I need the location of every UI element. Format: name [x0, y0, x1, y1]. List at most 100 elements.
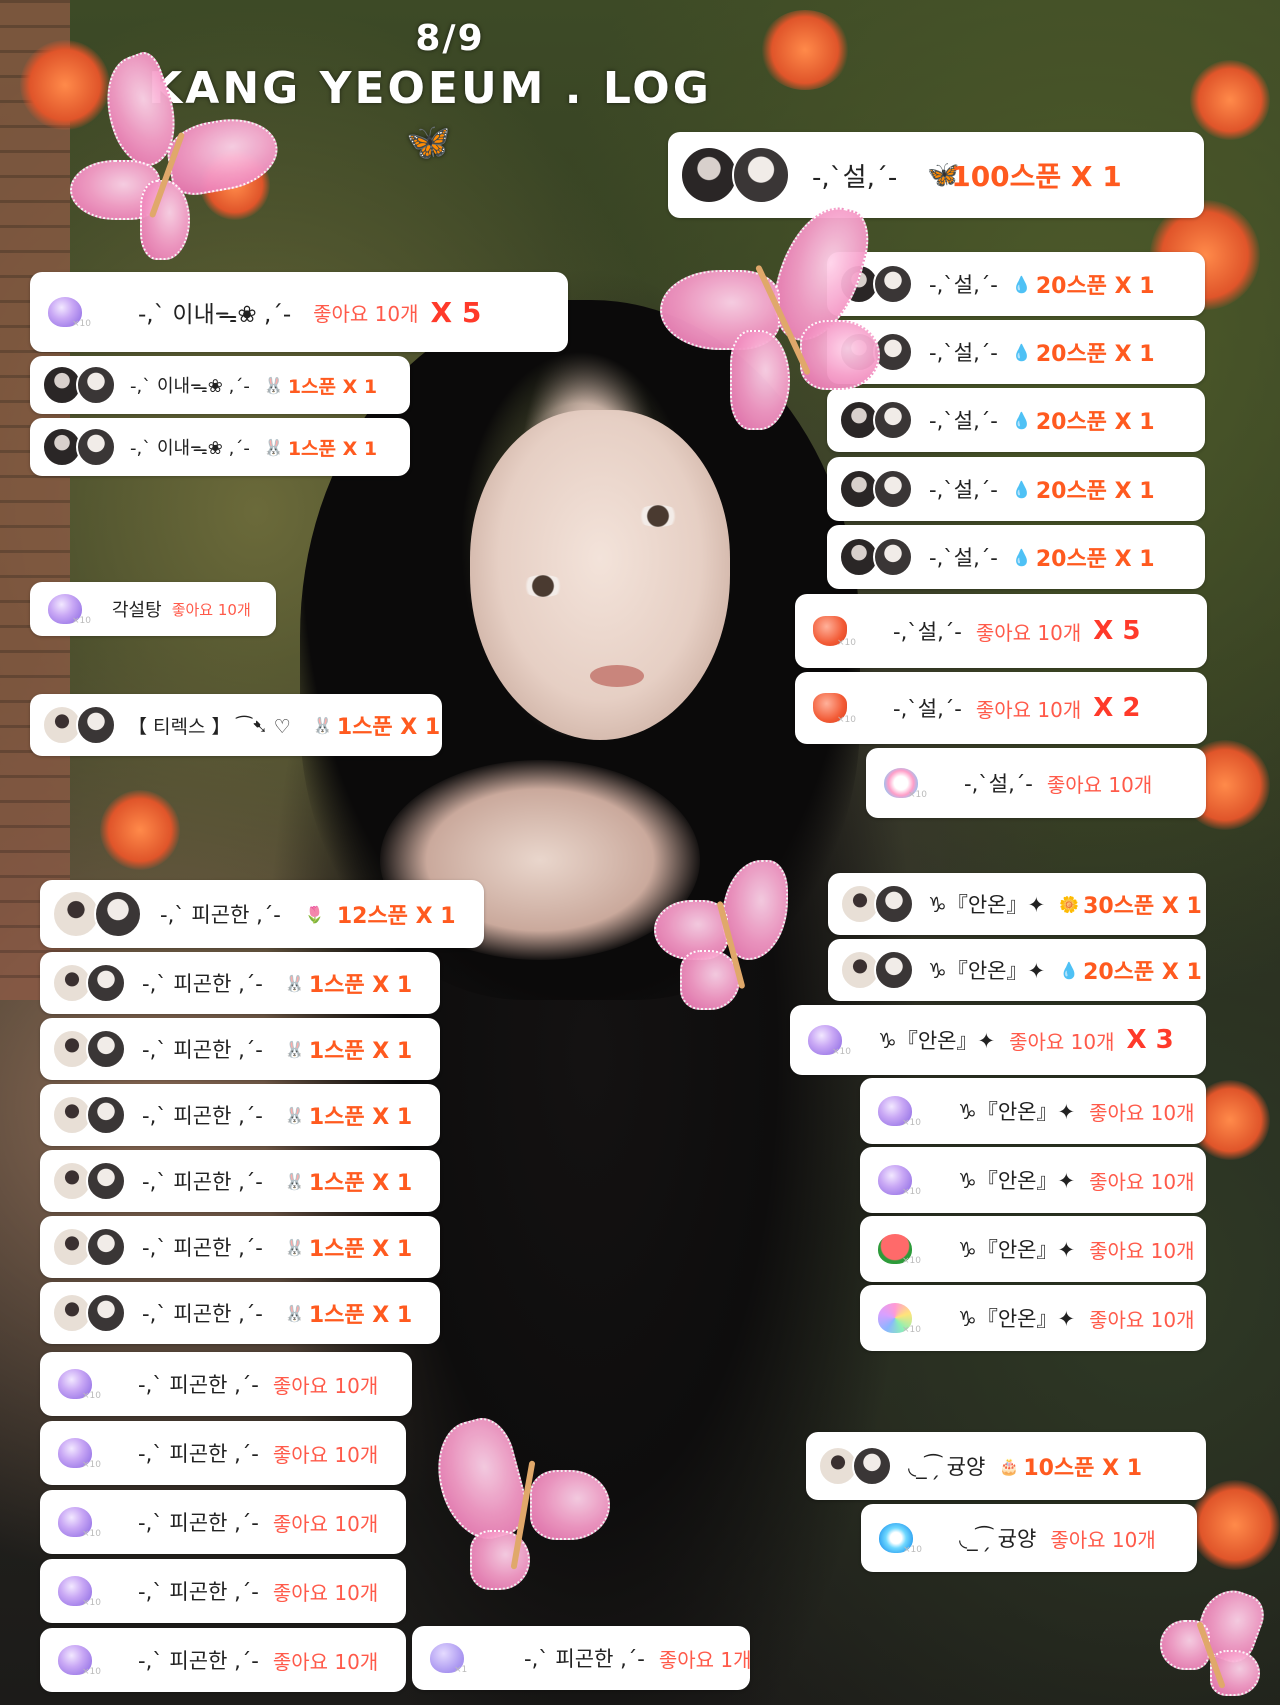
avatar-pair: [839, 469, 913, 509]
butterfly-sticker-icon: [40, 48, 284, 260]
like-row: ×10 -,`설,´- 좋아요 10개: [866, 748, 1206, 818]
donor-name: -,`설,´-: [929, 478, 998, 502]
avatar-pair: [52, 1161, 126, 1201]
donor-name: -,`설,´-: [929, 546, 998, 570]
like-row: ×10 ◟_ ͡ ̗ 귱양 좋아요 10개: [861, 1504, 1197, 1572]
avatar: [680, 146, 738, 204]
portrait-eye: [635, 505, 681, 527]
avatar: [86, 1029, 126, 1069]
avatar: [86, 1095, 126, 1135]
heart-sticker-icon: ×10: [52, 1570, 101, 1612]
like-count: 좋아요 10개: [171, 600, 251, 619]
donor-name: ♑『안온』✦: [928, 893, 1046, 917]
donor-name: -,`설,´-: [812, 162, 898, 193]
gift-row: -,` 피곤한 ,´- 🌷 12스푼 X 1: [40, 880, 484, 948]
gift-amount: 1스푼 X 1: [308, 1171, 413, 1196]
donor-name: ◟_ ͡ ̗ 귱양: [959, 1527, 1037, 1551]
like-count: 좋아요 10개: [1089, 1238, 1195, 1263]
gift-amount: 1스푼 X 1: [308, 1303, 413, 1328]
like-count: 좋아요 10개: [1089, 1100, 1195, 1125]
donor-name: -,` 피곤한 ,´-: [138, 1442, 259, 1466]
like-row: ×10 -,` 피곤한 ,´- 좋아요 10개: [40, 1490, 406, 1554]
like-multiplier: X 5: [430, 295, 482, 329]
like-row: ×10 -,`설,´- 좋아요 10개 X 5: [795, 594, 1207, 668]
bunny-icon: 🐰: [284, 1171, 305, 1191]
gift-amount: 1스푼 X 1: [308, 973, 413, 998]
avatar: [76, 705, 116, 745]
gift-row: -,` 피곤한 ,´- 🐰 1스푼 X 1: [40, 1216, 440, 1278]
gift-row: -,` 피곤한 ,´- 🐰 1스푼 X 1: [40, 1018, 440, 1080]
gift-row: 【 티렉스 】 ⁀➷ ♡ 🐰 1스푼 X 1: [30, 694, 442, 756]
butterfly-sticker-icon: [650, 196, 890, 430]
donor-name: -,` 이내ᯓ❀ ,´-: [130, 438, 250, 459]
log-date: 8/9: [415, 18, 485, 59]
heart-sticker-icon: ×10: [52, 1432, 101, 1474]
like-multiplier: X 3: [1126, 1025, 1174, 1055]
watermelon-heart-sticker-icon: ×10: [872, 1228, 921, 1270]
like-multiplier: X 2: [1093, 693, 1141, 723]
donor-name: -,` 피곤한 ,´-: [142, 1302, 263, 1326]
gift-amount: 100스푼 X 1: [951, 160, 1122, 193]
flower: [100, 790, 180, 870]
gift-amount: 10스푼 X 1: [1023, 1456, 1142, 1481]
donor-name: -,` 피곤한 ,´-: [142, 972, 263, 996]
bunny-icon: 🐰: [312, 715, 333, 735]
like-count: 좋아요 10개: [313, 301, 419, 326]
bunny-icon: 🐰: [263, 375, 284, 395]
heart-sticker-icon: ×10: [42, 588, 91, 630]
bunny-icon: 🐰: [284, 1303, 305, 1323]
avatar: [52, 890, 100, 938]
avatar: [873, 537, 913, 577]
bunny-icon: 🐰: [284, 1105, 305, 1125]
portrait-eye: [520, 575, 566, 597]
gift-amount: 1스푼 X 1: [287, 375, 378, 398]
donor-name: ♑『안온』✦: [958, 1169, 1076, 1193]
butterfly-icon: 🦋: [406, 122, 454, 163]
avatar: [86, 1293, 126, 1333]
donor-name: ♑『안온』✦: [958, 1100, 1076, 1124]
flower: [1190, 60, 1270, 140]
flower: [760, 10, 850, 90]
donor-name: -,`설,´-: [929, 341, 998, 365]
avatar: [732, 146, 790, 204]
gift-amount: 20스푼 X 1: [1035, 547, 1155, 572]
heart-sticker-icon: ×10: [802, 1019, 851, 1061]
heart-sticker-icon: ×10: [52, 1501, 101, 1543]
like-count: 좋아요 10개: [1089, 1307, 1195, 1332]
donor-name: -,` 피곤한 ,´-: [142, 1104, 263, 1128]
donor-name: -,` 피곤한 ,´-: [138, 1373, 259, 1397]
heart-sticker-icon: ×10: [872, 1159, 921, 1201]
gift-row: -,` 피곤한 ,´- 🐰 1스푼 X 1: [40, 1282, 440, 1344]
droplet-icon: 💧: [1011, 479, 1032, 499]
donor-name: -,`설,´-: [893, 697, 962, 721]
heart-sticker-icon: ×10: [872, 1090, 921, 1132]
gift-row: -,` 이내ᯓ❀ ,´- 🐰 1스푼 X 1: [30, 418, 410, 476]
portrait-lips: [590, 665, 644, 687]
cake-icon: 🎂: [999, 1456, 1020, 1476]
gift-amount: 20스푼 X 1: [1035, 342, 1155, 367]
droplet-icon: 💧: [1011, 342, 1032, 362]
avatar-pair: [52, 1227, 126, 1267]
gift-amount: 20스푼 X 1: [1035, 479, 1155, 504]
avatar: [852, 1446, 892, 1486]
donor-name: 각설탕: [112, 600, 162, 621]
donor-name: -,`설,´-: [929, 409, 998, 433]
donor-name: -,` 피곤한 ,´-: [142, 1038, 263, 1062]
gift-amount: 12스푼 X 1: [336, 904, 456, 929]
like-row: ×10 -,` 피곤한 ,´- 좋아요 10개: [40, 1628, 406, 1692]
gift-row: ♑『안온』✦ 🌼 30스푼 X 1: [828, 873, 1206, 935]
avatar: [86, 1227, 126, 1267]
like-row: ×10 ♑『안온』✦ 좋아요 10개 X 3: [790, 1005, 1206, 1075]
butterfly-icon: 🦋: [927, 160, 960, 190]
gift-row: -,`설,´- 💧 20스푼 X 1: [827, 525, 1205, 589]
butterfly-sticker-icon: [425, 1410, 620, 1600]
portrait-face: [470, 410, 730, 740]
gift-amount: 1스푼 X 1: [308, 1039, 413, 1064]
donor-name: -,`설,´-: [964, 772, 1033, 796]
like-count: 좋아요 10개: [1009, 1029, 1115, 1054]
avatar: [94, 890, 142, 938]
bunny-icon: 🐰: [284, 1039, 305, 1059]
donor-name: -,`설,´-: [929, 273, 998, 297]
avatar-pair: [42, 365, 116, 405]
heart-sticker-icon: ×10: [52, 1363, 101, 1405]
